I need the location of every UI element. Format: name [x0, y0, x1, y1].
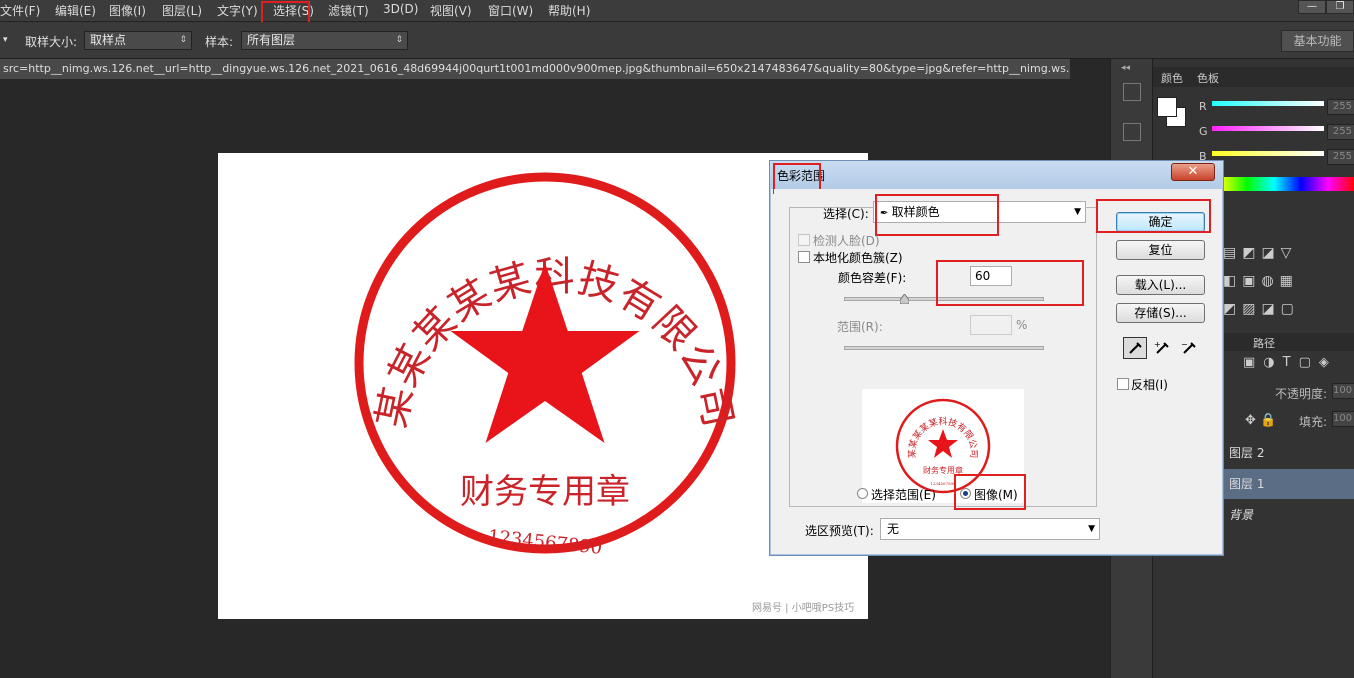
range-slider[interactable]	[844, 346, 1044, 350]
menu-help[interactable]: 帮助(H)	[548, 2, 590, 19]
workspace-switcher[interactable]: 基本功能	[1281, 30, 1354, 52]
menu-edit[interactable]: 编辑(E)	[55, 2, 96, 19]
menu-image[interactable]: 图像(I)	[109, 2, 146, 19]
layer-row[interactable]: 图层 2	[1223, 438, 1354, 468]
color-range-dialog: 色彩范围 ✕ 选择(C): ✒ 取样颜色 ▼ 检测人脸(D) 本地化颜色簇(Z)…	[769, 160, 1224, 556]
selection-preview-dropdown[interactable]: 无 ▼	[880, 518, 1100, 540]
eyedropper-button[interactable]	[1123, 337, 1147, 359]
layer-row-background[interactable]: 背景	[1223, 500, 1354, 530]
foreground-color-swatch[interactable]	[1157, 97, 1177, 117]
detect-faces-checkbox[interactable]	[798, 234, 810, 246]
updown-arrow-icon: ⇕	[179, 35, 187, 45]
color-panel-tabs	[1153, 67, 1354, 87]
menu-view[interactable]: 视图(V)	[430, 2, 472, 19]
fuzziness-slider-thumb[interactable]	[900, 294, 909, 304]
dropdown-arrow-icon: ▼	[1088, 524, 1095, 534]
svg-text:+: +	[1154, 340, 1161, 349]
eyedropper-minus-icon: −	[1181, 340, 1196, 354]
history-icon[interactable]	[1123, 83, 1141, 101]
minimize-button[interactable]: —	[1298, 0, 1326, 14]
eyedropper-plus-icon: +	[1154, 340, 1169, 354]
fill-label: 填充:	[1299, 415, 1328, 429]
menu-layer[interactable]: 图层(L)	[162, 2, 202, 19]
adjustment-icons-row-3[interactable]: ◩▨◪▢	[1223, 301, 1354, 325]
dialog-title-bar[interactable]: 色彩范围 ✕	[770, 161, 1223, 189]
opacity-label: 不透明度:	[1275, 387, 1328, 401]
selection-preview-label: 选区预览(T):	[805, 524, 874, 538]
channel-g-slider[interactable]	[1212, 126, 1324, 131]
watermark-text: 网易号 | 小吧哦PS技巧	[752, 603, 855, 614]
range-label: 范围(R):	[837, 320, 883, 334]
invert-label: 反相(I)	[1131, 378, 1168, 392]
eyedropper-icon	[1129, 342, 1142, 354]
channel-r-slider[interactable]	[1212, 101, 1324, 106]
sample-size-label: 取样大小:	[25, 35, 78, 49]
selection-preview-value: 无	[887, 522, 900, 536]
radio-selection-label: 选择范围(E)	[871, 488, 936, 502]
eyedropper-subtract-button[interactable]: −	[1177, 337, 1201, 359]
save-button[interactable]: 存储(S)...	[1116, 303, 1205, 323]
channel-r-value[interactable]: 255	[1327, 99, 1354, 115]
sample-size-select[interactable]: 取样点 ⇕	[84, 31, 192, 50]
fuzziness-label: 颜色容差(F):	[838, 271, 907, 285]
channel-r-label: R	[1199, 100, 1207, 113]
window-controls: — ❐	[1284, 0, 1354, 14]
dialog-body: 选择(C): ✒ 取样颜色 ▼ 检测人脸(D) 本地化颜色簇(Z) 颜色容差(F…	[774, 189, 1219, 553]
lock-icon[interactable]: ✥ 🔒	[1245, 413, 1276, 428]
tab-paths[interactable]: 路径	[1253, 335, 1275, 351]
channel-g-label: G	[1199, 125, 1208, 138]
menu-file[interactable]: 文件(F)	[0, 2, 40, 19]
ok-highlight	[1096, 199, 1211, 233]
channel-b-value[interactable]: 255	[1327, 149, 1354, 165]
fuzziness-highlight	[936, 260, 1084, 306]
stamp-label: 财务专用章	[460, 472, 630, 512]
menu-bar: 文件(F) 编辑(E) 图像(I) 图层(L) 文字(Y) 选择(S) 滤镜(T…	[0, 0, 1354, 22]
sample-label: 样本:	[205, 35, 234, 49]
range-unit: %	[1016, 318, 1028, 332]
fill-value[interactable]: 100	[1332, 411, 1354, 427]
load-button[interactable]: 载入(L)...	[1116, 275, 1205, 295]
collapse-arrows-icon[interactable]: ◂◂	[1121, 63, 1130, 73]
tab-swatches[interactable]: 色板	[1197, 70, 1219, 86]
radio-selection[interactable]	[857, 488, 868, 499]
select-label: 选择(C):	[823, 207, 869, 221]
close-button[interactable]: ✕	[1171, 163, 1215, 181]
radio-image-highlight	[954, 474, 1026, 510]
channel-b-slider[interactable]	[1212, 151, 1324, 156]
restore-button[interactable]: ❐	[1326, 0, 1354, 14]
range-input[interactable]	[970, 315, 1012, 335]
tab-color[interactable]: 颜色	[1161, 70, 1183, 86]
properties-icon[interactable]	[1123, 123, 1141, 141]
reset-button[interactable]: 复位	[1116, 240, 1205, 260]
channel-g-value[interactable]: 255	[1327, 124, 1354, 140]
eyedropper-add-button[interactable]: +	[1150, 337, 1174, 359]
localized-clusters-label: 本地化颜色簇(Z)	[813, 251, 903, 265]
select-highlight	[875, 194, 999, 236]
svg-text:−: −	[1181, 340, 1188, 349]
opacity-value[interactable]: 100	[1332, 383, 1354, 399]
menu-filter[interactable]: 滤镜(T)	[328, 2, 369, 19]
tool-preset-arrow-icon[interactable]: ▾	[3, 35, 8, 45]
updown-arrow-icon: ⇕	[395, 35, 403, 45]
adjustment-icons-row-1[interactable]: ▤◩◪▽	[1223, 245, 1354, 269]
layer-row-selected[interactable]: 图层 1	[1223, 469, 1354, 499]
sample-select[interactable]: 所有图层 ⇕	[241, 31, 408, 50]
detect-faces-label: 检测人脸(D)	[813, 234, 880, 248]
stamp-number: 1234567890	[487, 526, 603, 559]
adjustment-icons-row-2[interactable]: ◧▣◍▦	[1223, 273, 1354, 297]
layer-filter-icons[interactable]: ▣◑T▢◈	[1243, 355, 1337, 370]
sample-value: 所有图层	[247, 33, 296, 47]
document-tab[interactable]: src=http__nimg.ws.126.net__url=http__din…	[0, 59, 1070, 79]
menu-window[interactable]: 窗口(W)	[488, 2, 533, 19]
invert-checkbox[interactable]	[1117, 378, 1129, 390]
sample-size-value: 取样点	[90, 33, 127, 47]
localized-clusters-checkbox[interactable]	[798, 251, 810, 263]
dropdown-arrow-icon: ▼	[1074, 207, 1081, 217]
menu-type[interactable]: 文字(Y)	[217, 2, 258, 19]
menu-3d[interactable]: 3D(D)	[383, 2, 418, 16]
options-bar: ▾ 取样大小: 取样点 ⇕ 样本: 所有图层 ⇕ 基本功能	[0, 22, 1354, 59]
